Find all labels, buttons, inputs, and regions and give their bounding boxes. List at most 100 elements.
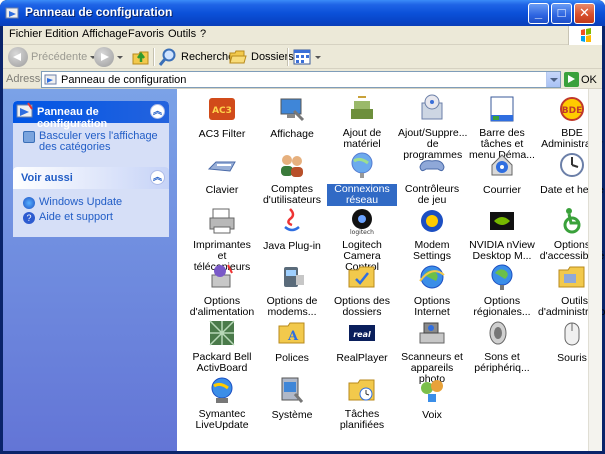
window-title: Panneau de configuration: [25, 5, 173, 19]
control-panel-item[interactable]: A Polices: [257, 317, 327, 364]
svg-text:BDE: BDE: [562, 106, 582, 116]
windows-update-label: Windows Update: [39, 196, 123, 208]
switch-category-view-label: Basculer vers l'affichage des catégories: [39, 130, 158, 153]
control-panel-item[interactable]: Symantec LiveUpdate: [187, 374, 257, 431]
vertical-scrollbar[interactable]: [588, 89, 602, 451]
menu-favoris[interactable]: Favoris: [128, 28, 164, 40]
help-icon: ?: [23, 212, 35, 224]
item-label: Symantec LiveUpdate: [195, 408, 249, 431]
go-arrow-icon: [564, 72, 579, 87]
help-support-label: Aide et support: [39, 211, 113, 223]
item-label: Voix: [422, 409, 442, 421]
folder-up-icon: [132, 51, 149, 65]
control-panel-large-icon: [16, 102, 33, 118]
back-button[interactable]: Précédente: [8, 46, 97, 68]
up-button[interactable]: [131, 46, 151, 68]
power-icon: [211, 264, 233, 288]
item-label: Comptes d'utilisateurs: [262, 183, 322, 206]
control-panel-item[interactable]: Tâches planifiées: [327, 374, 397, 431]
control-panel-item[interactable]: Sons et périphériq...: [467, 317, 537, 374]
add-remove-programs-icon: [421, 94, 443, 120]
control-panel-item[interactable]: Affichage: [257, 93, 327, 140]
control-panel-item[interactable]: Options de modems...: [257, 261, 327, 318]
forward-dropdown-icon[interactable]: [117, 55, 123, 59]
network-icon: [351, 152, 373, 178]
menu-outils[interactable]: Outils: [168, 28, 196, 40]
switch-category-view-link[interactable]: Basculer vers l'affichage des catégories: [23, 131, 159, 153]
folders-button[interactable]: Dossiers: [228, 46, 294, 68]
scanner-icon: [419, 322, 445, 344]
keyboard-icon: [207, 161, 236, 172]
speech-icon: [421, 380, 443, 402]
menu-edition[interactable]: Edition: [45, 28, 79, 40]
internet-options-icon: [419, 265, 445, 289]
fonts-icon: A: [278, 322, 305, 344]
search-button[interactable]: Rechercher: [158, 46, 238, 68]
item-label: Sons et périphériq...: [474, 351, 530, 374]
collapse-chevron-icon[interactable]: ︽: [150, 104, 165, 119]
see-also-header[interactable]: Voir aussi ︽: [13, 167, 169, 189]
help-support-link[interactable]: ? Aide et support: [23, 212, 159, 224]
collapse-chevron-icon[interactable]: ︽: [150, 170, 165, 185]
address-dropdown-icon[interactable]: [546, 72, 560, 87]
control-panel-item[interactable]: Options Internet: [397, 261, 467, 318]
back-label: Précédente: [31, 51, 88, 63]
menu-bar: Fichier Edition Affichage Favoris Outils…: [3, 26, 602, 45]
control-panel-item[interactable]: Courrier: [467, 149, 537, 196]
control-panel-item[interactable]: Ajout de matériel: [327, 93, 397, 150]
control-panel-item[interactable]: Contrôleurs de jeu: [397, 149, 467, 206]
mail-icon: [491, 154, 513, 176]
folders-icon: [229, 50, 247, 64]
minimize-button[interactable]: _: [528, 3, 549, 24]
control-panel-item[interactable]: Java Plug-in: [257, 205, 327, 252]
liveupdate-icon: [211, 377, 233, 403]
control-panel-item[interactable]: Options d'alimentation: [187, 261, 257, 318]
back-arrow-icon: [8, 47, 28, 67]
item-label: Java Plug-in: [263, 240, 321, 252]
game-controller-icon: [419, 160, 445, 172]
windows-update-icon: [23, 197, 35, 209]
menu-help[interactable]: ?: [200, 28, 206, 40]
control-panel-item[interactable]: Voix: [397, 374, 467, 421]
modem-icon: [421, 210, 443, 232]
toolbar: Précédente Rechercher Dossiers: [3, 45, 602, 69]
control-panel-item[interactable]: AC3 AC3 Filter: [187, 93, 257, 140]
maximize-button[interactable]: □: [551, 3, 572, 24]
control-panel-item[interactable]: Comptes d'utilisateurs: [257, 149, 327, 206]
control-panel-item[interactable]: real RealPlayer: [327, 317, 397, 364]
item-label: Options Internet: [413, 295, 451, 318]
views-button[interactable]: [292, 46, 321, 68]
control-panel-item[interactable]: Options des dossiers: [327, 261, 397, 318]
control-panel-item[interactable]: Options régionales...: [467, 261, 537, 318]
menu-fichier[interactable]: Fichier: [9, 28, 42, 40]
item-label: AC3 Filter: [198, 128, 246, 140]
windows-update-link[interactable]: Windows Update: [23, 197, 159, 209]
item-label: RealPlayer: [336, 352, 388, 364]
task-pane: Panneau de configuration ︽ Basculer vers…: [3, 89, 177, 451]
realplayer-icon: real: [349, 325, 375, 341]
close-button[interactable]: ✕: [574, 3, 595, 24]
control-panel-item[interactable]: Modem Settings: [397, 205, 467, 262]
title-bar[interactable]: Panneau de configuration _ □ ✕: [0, 0, 605, 26]
views-icon: [293, 49, 311, 65]
control-panel-item[interactable]: NVIDIA nView Desktop M...: [467, 205, 537, 262]
menu-affichage[interactable]: Affichage: [82, 28, 128, 40]
item-label: Options de modems...: [266, 295, 318, 318]
item-label: Options régionales...: [473, 295, 531, 318]
control-panel-item[interactable]: Clavier: [187, 149, 257, 196]
control-panel-item[interactable]: Packard Bell ActivBoard: [187, 317, 257, 374]
forward-button[interactable]: [94, 46, 123, 68]
folder-options-icon: [348, 266, 375, 288]
item-label: Options des dossiers: [333, 295, 391, 318]
control-panel-item[interactable]: Connexions réseau: [327, 149, 397, 206]
admin-tools-icon: [558, 266, 585, 288]
control-panel-item[interactable]: Système: [257, 374, 327, 421]
windows-logo: [568, 26, 602, 45]
control-panel-panel-header[interactable]: Panneau de configuration ︽: [13, 101, 169, 130]
item-label: Clavier: [205, 184, 239, 196]
go-label: OK: [581, 73, 597, 86]
address-input[interactable]: Panneau de configuration: [41, 71, 561, 88]
go-button[interactable]: OK: [564, 71, 597, 88]
svg-text:real: real: [353, 330, 371, 339]
item-label: Tâches planifiées: [339, 408, 385, 431]
